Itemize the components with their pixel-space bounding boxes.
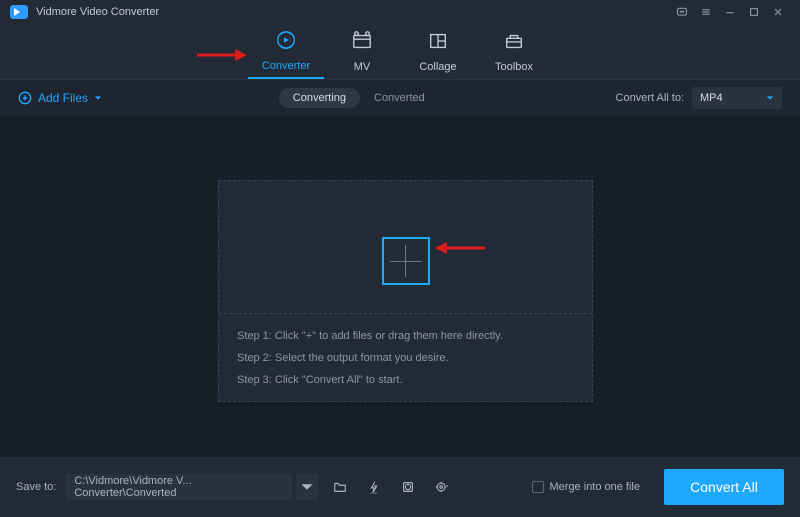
chevron-down-icon xyxy=(766,94,774,102)
merge-label: Merge into one file xyxy=(550,481,641,493)
convert-all-to: Convert All to: MP4 xyxy=(616,87,782,109)
segment-converting[interactable]: Converting xyxy=(279,88,360,108)
add-files-label: Add Files xyxy=(38,91,88,105)
top-nav: Converter MV Collage Toolbox xyxy=(0,24,800,80)
tab-mv[interactable]: MV xyxy=(324,23,400,79)
plus-circle-icon xyxy=(18,91,32,105)
convert-all-button[interactable]: Convert All xyxy=(664,469,784,505)
high-speed-button[interactable] xyxy=(396,475,420,499)
collage-icon xyxy=(426,30,450,57)
chevron-down-icon xyxy=(94,94,102,102)
settings-button[interactable] xyxy=(430,475,454,499)
minimize-button[interactable] xyxy=(718,0,742,24)
close-button[interactable] xyxy=(766,0,790,24)
toolbar: Add Files Converting Converted Convert A… xyxy=(0,80,800,116)
convert-all-to-label: Convert All to: xyxy=(616,92,684,104)
status-segment: Converting Converted xyxy=(279,88,439,108)
step-text: Step 1: Click "+" to add files or drag t… xyxy=(237,325,503,347)
converter-icon xyxy=(274,29,298,56)
tab-label: Converter xyxy=(262,60,310,72)
merge-checkbox[interactable]: Merge into one file xyxy=(532,481,641,493)
step-text: Step 3: Click "Convert All" to start. xyxy=(237,369,503,391)
dropzone-divider xyxy=(219,313,592,314)
tab-converter[interactable]: Converter xyxy=(248,23,324,79)
feedback-icon[interactable] xyxy=(670,0,694,24)
main-area: Step 1: Click "+" to add files or drag t… xyxy=(0,116,800,457)
tab-label: Collage xyxy=(419,61,456,73)
save-to-label: Save to: xyxy=(16,481,56,493)
instruction-steps: Step 1: Click "+" to add files or drag t… xyxy=(237,325,503,391)
step-text: Step 2: Select the output format you des… xyxy=(237,347,503,369)
mv-icon xyxy=(350,30,374,57)
open-folder-button[interactable] xyxy=(328,475,352,499)
title-bar: Vidmore Video Converter xyxy=(0,0,800,24)
add-file-plus-button[interactable] xyxy=(382,237,430,285)
output-format-value: MP4 xyxy=(700,92,723,104)
output-format-dropdown[interactable]: MP4 xyxy=(692,87,782,109)
checkbox-icon xyxy=(532,481,544,493)
menu-icon[interactable] xyxy=(694,0,718,24)
save-path-display[interactable]: C:\Vidmore\Vidmore V... Converter\Conver… xyxy=(66,474,292,500)
maximize-button[interactable] xyxy=(742,0,766,24)
save-path-dropdown[interactable] xyxy=(296,474,318,500)
convert-all-label: Convert All xyxy=(690,479,758,495)
bottom-bar: Save to: C:\Vidmore\Vidmore V... Convert… xyxy=(0,457,800,517)
hardware-accel-button[interactable]: OFF xyxy=(362,475,386,499)
tab-label: Toolbox xyxy=(495,61,533,73)
app-logo-icon xyxy=(10,5,28,19)
segment-converted[interactable]: Converted xyxy=(360,88,439,108)
tab-label: MV xyxy=(354,61,371,73)
save-path-value: C:\Vidmore\Vidmore V... Converter\Conver… xyxy=(74,475,284,499)
drop-zone[interactable]: Step 1: Click "+" to add files or drag t… xyxy=(218,180,593,402)
svg-text:OFF: OFF xyxy=(371,492,378,494)
toolbox-icon xyxy=(502,30,526,57)
tab-toolbox[interactable]: Toolbox xyxy=(476,23,552,79)
app-title: Vidmore Video Converter xyxy=(36,6,159,18)
add-files-button[interactable]: Add Files xyxy=(18,91,102,105)
tab-collage[interactable]: Collage xyxy=(400,23,476,79)
